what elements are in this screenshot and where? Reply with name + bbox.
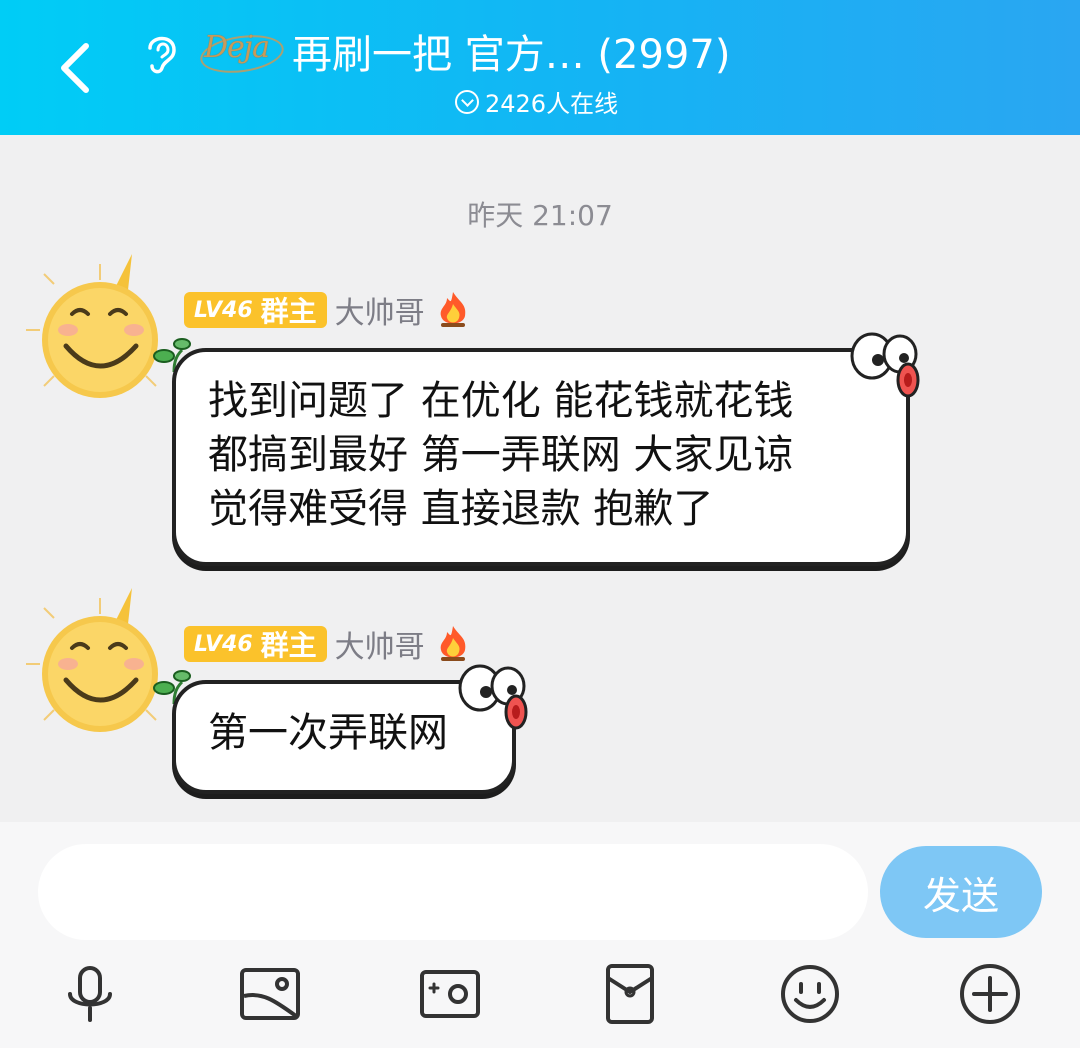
online-count[interactable]: 2426人在线 [455,84,618,119]
red-packet-icon[interactable] [598,962,662,1026]
sender-avatar[interactable] [20,584,180,744]
fire-icon [440,626,465,661]
camera-icon[interactable] [418,962,482,1026]
message-line: 第一次弄联网 [208,710,448,756]
fire-icon [440,292,465,327]
level-label: LV46 [194,631,253,657]
role-label: 群主 [260,629,317,662]
message-input[interactable] [38,844,868,940]
send-button[interactable]: 发送 [880,846,1042,938]
input-bar: 发送 [0,822,1080,1048]
sender-avatar[interactable] [20,250,180,410]
microphone-icon[interactable] [58,962,122,1026]
level-badge: LV46 群主 [184,292,327,328]
online-count-label: 2426人在线 [485,90,619,118]
sender-name[interactable]: 大帅哥 [335,622,425,666]
message-line: 觉得难受得 直接退款 抱歉了 [208,486,714,532]
sender-info: LV46 群主 大帅哥 [184,288,473,332]
message-bubble[interactable]: 找到问题了 在优化 能花钱就花钱 都搞到最好 第一弄联网 大家见谅 觉得难受得 … [172,348,910,566]
bubble-eyes-decoration [850,332,920,398]
plus-icon[interactable] [958,962,1022,1026]
emoji-icon[interactable] [778,962,842,1026]
message-line: 找到问题了 在优化 能花钱就花钱 [208,378,794,424]
role-label: 群主 [260,295,317,328]
sender-name[interactable]: 大帅哥 [335,288,425,332]
group-title[interactable]: 再刷一把 官方… (2997) [292,22,730,80]
back-arrow-icon[interactable] [48,38,104,98]
level-badge: LV46 群主 [184,626,327,662]
message-line: 都搞到最好 第一弄联网 大家见谅 [208,432,794,478]
chevron-down-icon [455,89,479,114]
image-icon[interactable] [238,962,302,1026]
message-timestamp: 昨天 21:07 [467,199,613,232]
ear-icon[interactable] [140,28,184,76]
group-logo: Deja [197,26,290,78]
bubble-eyes-decoration [458,664,528,730]
logo-text: Deja [204,30,270,65]
level-label: LV46 [194,297,253,323]
chat-header: Deja 再刷一把 官方… (2997) 2426人在线 [0,0,1080,135]
sender-info: LV46 群主 大帅哥 [184,622,473,666]
